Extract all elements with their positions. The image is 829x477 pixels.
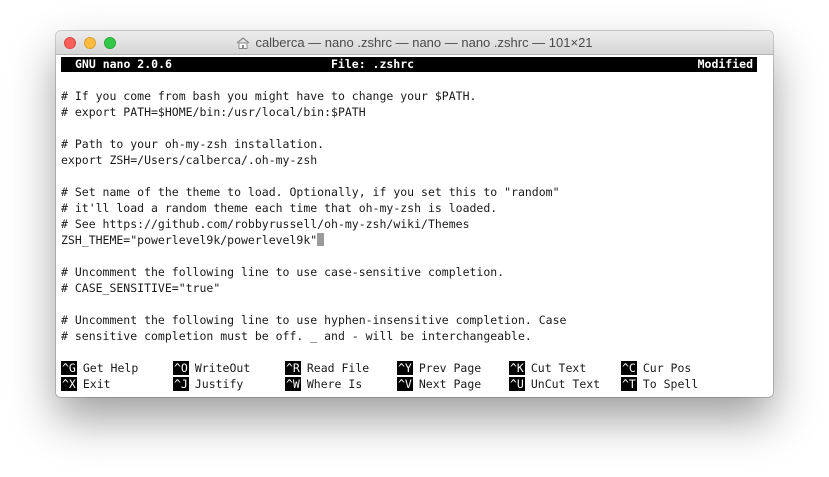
terminal-content[interactable]: GNU nano 2.0.6 File: .zshrc Modified # I…	[56, 55, 773, 397]
shortcut-label: Cut Text	[530, 361, 587, 375]
editor-line[interactable]: export ZSH=/Users/calberca/.oh-my-zsh	[61, 152, 317, 168]
shortcut-label: Justify	[194, 377, 244, 391]
editor-line-text: ZSH_THEME="powerlevel9k/powerlevel9k"	[61, 233, 318, 247]
shortcut-key: ^T	[621, 377, 637, 391]
shortcut-prev-page[interactable]: ^Y Prev Page	[397, 360, 481, 376]
shortcut-key: ^C	[621, 361, 637, 375]
nano-modified-status: Modified	[697, 57, 753, 71]
shortcut-read-file[interactable]: ^R Read File	[285, 360, 369, 376]
shortcut-label: Next Page	[418, 377, 482, 391]
shortcut-label: Where Is	[306, 377, 363, 391]
title-bar[interactable]: calberca — nano .zshrc — nano — nano .zs…	[56, 31, 773, 55]
shortcut-get-help[interactable]: ^G Get Help	[61, 360, 138, 376]
shortcut-label: Get Help	[82, 361, 139, 375]
shortcut-label: WriteOut	[194, 361, 251, 375]
shortcut-key: ^V	[397, 377, 413, 391]
shortcut-key: ^U	[509, 377, 525, 391]
shortcut-to-spell[interactable]: ^T To Spell	[621, 376, 698, 392]
shortcut-write-out[interactable]: ^O WriteOut	[173, 360, 250, 376]
shortcut-label: Prev Page	[418, 361, 482, 375]
shortcut-label: To Spell	[642, 377, 699, 391]
window-title-container: calberca — nano .zshrc — nano — nano .zs…	[56, 31, 773, 54]
editor-line[interactable]: # Uncomment the following line to use hy…	[61, 312, 566, 328]
shortcut-label: Cur Pos	[642, 361, 692, 375]
shortcut-label: UnCut Text	[530, 377, 601, 391]
editor-line[interactable]: # sensitive completion must be off. _ an…	[61, 328, 532, 344]
terminal-window: calberca — nano .zshrc — nano — nano .zs…	[56, 31, 773, 397]
nano-file-name: File: .zshrc	[331, 57, 415, 71]
shortcut-key: ^K	[509, 361, 525, 375]
shortcut-label: Exit	[82, 377, 111, 391]
shortcut-key: ^J	[173, 377, 189, 391]
editor-line[interactable]: # Path to your oh-my-zsh installation.	[61, 136, 324, 152]
shortcut-key: ^O	[173, 361, 189, 375]
editor-line[interactable]: # CASE_SENSITIVE="true"	[61, 280, 220, 296]
editor-line[interactable]: # it'll load a random theme each time th…	[61, 200, 497, 216]
shortcut-where-is[interactable]: ^W Where Is	[285, 376, 362, 392]
editor-line-cursor[interactable]: ZSH_THEME="powerlevel9k/powerlevel9k"	[61, 232, 325, 248]
editor-line[interactable]: # Uncomment the following line to use ca…	[61, 264, 504, 280]
shortcut-key: ^X	[61, 377, 77, 391]
text-cursor	[317, 233, 325, 246]
editor-line[interactable]: # If you come from bash you might have t…	[61, 88, 476, 104]
shortcut-uncut-text[interactable]: ^U UnCut Text	[509, 376, 600, 392]
editor-line[interactable]: # Set name of the theme to load. Optiona…	[61, 184, 560, 200]
shortcut-cut-text[interactable]: ^K Cut Text	[509, 360, 586, 376]
shortcut-cur-pos[interactable]: ^C Cur Pos	[621, 360, 691, 376]
shortcut-exit[interactable]: ^X Exit	[61, 376, 111, 392]
home-folder-icon	[237, 36, 250, 49]
shortcut-key: ^Y	[397, 361, 413, 375]
shortcut-next-page[interactable]: ^V Next Page	[397, 376, 481, 392]
shortcut-key: ^G	[61, 361, 77, 375]
shortcut-key: ^R	[285, 361, 301, 375]
shortcut-label: Read File	[306, 361, 370, 375]
window-title: calberca — nano .zshrc — nano — nano .zs…	[255, 35, 593, 50]
shortcut-justify[interactable]: ^J Justify	[173, 376, 243, 392]
nano-header-bar: GNU nano 2.0.6 File: .zshrc Modified	[61, 57, 757, 72]
nano-version: GNU nano 2.0.6	[75, 57, 172, 71]
shortcut-key: ^W	[285, 377, 301, 391]
editor-line[interactable]: # export PATH=$HOME/bin:/usr/local/bin:$…	[61, 104, 366, 120]
editor-line[interactable]: # See https://github.com/robbyrussell/oh…	[61, 216, 470, 232]
